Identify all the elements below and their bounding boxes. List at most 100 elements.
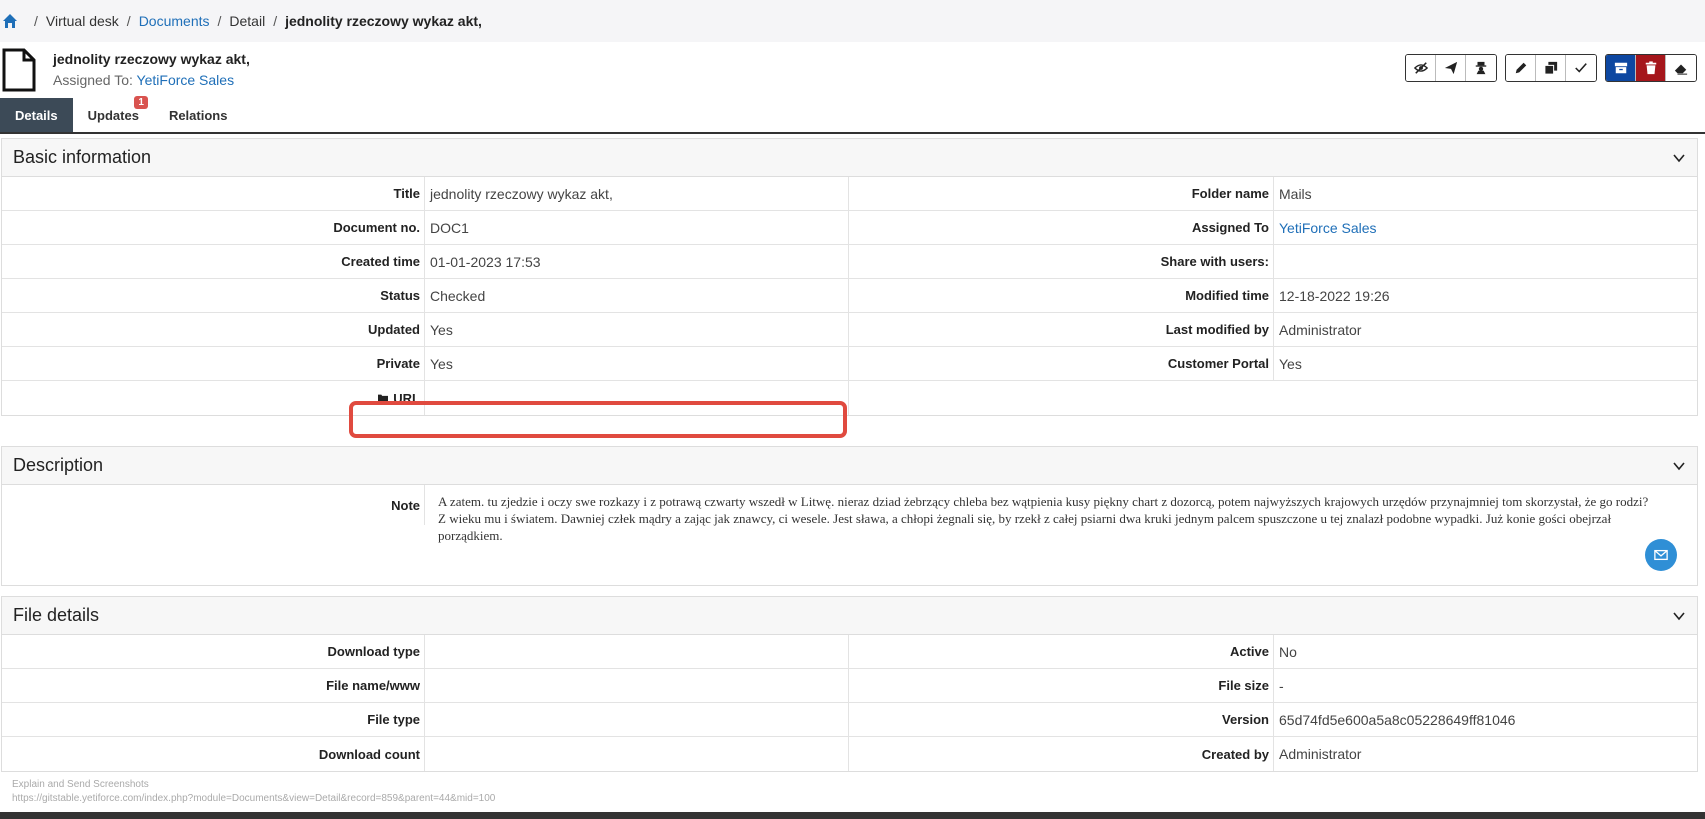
toolbar-group-edit	[1505, 54, 1597, 82]
breadcrumb-current: jednolity rzeczowy wykaz akt,	[285, 13, 482, 29]
url-label: URL	[393, 390, 420, 406]
breadcrumb-documents-link[interactable]: Documents	[139, 13, 210, 29]
url-field-label: URL	[2, 381, 425, 415]
panel-header[interactable]: File details	[2, 597, 1697, 635]
record-tabs: Details Updates 1 Relations	[0, 96, 1705, 134]
field-value: No	[1279, 643, 1297, 660]
field-value: Yes	[425, 313, 849, 346]
table-row: Download type Active No	[2, 635, 1697, 669]
envelope-icon	[1654, 549, 1668, 561]
record-title: jednolity rzeczowy wykaz akt,	[53, 51, 250, 67]
file-details-panel: File details Download type Active No Fil…	[1, 596, 1698, 772]
chevron-down-icon[interactable]	[1672, 459, 1686, 473]
table-row: Created time 01-01-2023 17:53 Share with…	[2, 245, 1697, 279]
eraser-icon[interactable]	[1666, 55, 1696, 81]
send-mail-button[interactable]	[1645, 539, 1677, 571]
tab-label: Relations	[168, 107, 228, 123]
field-value: 01-01-2023 17:53	[425, 245, 849, 278]
breadcrumb: / Virtual desk / Documents / Detail / je…	[0, 0, 1705, 42]
table-row: Document no. DOC1 Assigned To YetiForce …	[2, 211, 1697, 245]
breadcrumb-separator: /	[217, 13, 222, 29]
assigned-user-link[interactable]: YetiForce Sales	[137, 72, 235, 88]
table-row: Download count Created by Administrator	[2, 737, 1697, 771]
note-text: A zatem. tu zjedzie i oczy swe rozkazy i…	[438, 494, 1649, 543]
record-toolbar	[1405, 54, 1697, 82]
panel-header[interactable]: Description	[2, 447, 1697, 485]
screenshot-hint: Explain and Send Screenshots https://git…	[12, 778, 495, 806]
folder-icon	[378, 394, 389, 403]
breadcrumb-separator: /	[126, 13, 131, 29]
field-label: Title	[2, 177, 425, 210]
field-value: Administrator	[1279, 746, 1362, 762]
field-label: Created time	[2, 245, 425, 278]
tab-label: Updates	[87, 107, 139, 123]
basic-information-panel: Basic information Title jednolity rzeczo…	[1, 138, 1698, 416]
edit-icon[interactable]	[1506, 55, 1536, 81]
field-value	[425, 703, 849, 736]
field-value: 12-18-2022 19:26	[1279, 287, 1390, 304]
table-row: File type Version 65d74fd5e600a5a8c05228…	[2, 703, 1697, 737]
user-secret-icon[interactable]	[1466, 55, 1496, 81]
table-row: Updated Yes Last modified by Administrat…	[2, 313, 1697, 347]
field-value	[425, 737, 849, 771]
field-label: Private	[2, 347, 425, 380]
field-label: Download count	[2, 737, 425, 771]
field-value	[425, 669, 849, 702]
archive-icon[interactable]	[1606, 55, 1636, 81]
field-label: Download type	[2, 635, 425, 668]
tab-details[interactable]: Details	[0, 98, 73, 132]
tab-label: Details	[15, 107, 58, 123]
field-label: Modified time	[849, 279, 1274, 312]
duplicate-icon[interactable]	[1536, 55, 1566, 81]
field-label: Status	[2, 279, 425, 312]
table-row: Status Checked Modified time 12-18-2022 …	[2, 279, 1697, 313]
field-label: Created by	[849, 737, 1274, 771]
field-label: File type	[2, 703, 425, 736]
panel-title: Description	[13, 455, 104, 475]
check-icon[interactable]	[1566, 55, 1596, 81]
field-label: Customer Portal	[849, 347, 1274, 380]
updates-count-badge: 1	[134, 96, 148, 109]
field-label: Last modified by	[849, 313, 1274, 346]
assigned-user-link[interactable]: YetiForce Sales	[1279, 220, 1377, 236]
toolbar-group-actions	[1405, 54, 1497, 82]
panel-header[interactable]: Basic information	[2, 139, 1697, 177]
field-value: -	[1279, 677, 1284, 694]
tab-updates[interactable]: Updates 1	[73, 96, 154, 132]
field-value: Yes	[425, 347, 849, 380]
breadcrumb-separator: /	[34, 13, 38, 29]
chevron-down-icon[interactable]	[1672, 151, 1686, 165]
file-rows: Download type Active No File name/www Fi…	[2, 635, 1697, 771]
eye-slash-icon[interactable]	[1406, 55, 1436, 81]
url-value[interactable]	[425, 381, 849, 415]
basic-rows: Title jednolity rzeczowy wykaz akt, Fold…	[2, 177, 1697, 415]
field-label: Updated	[2, 313, 425, 346]
field-label: Document no.	[2, 211, 425, 244]
field-value	[425, 635, 849, 668]
document-icon	[2, 48, 36, 92]
table-row: File name/www File size -	[2, 669, 1697, 703]
field-value: Administrator	[1279, 321, 1362, 338]
panel-title: Basic information	[13, 147, 152, 167]
field-label: File size	[849, 669, 1274, 702]
home-icon[interactable]	[2, 13, 18, 29]
note-row: Note A zatem. tu zjedzie i oczy swe rozk…	[2, 485, 1697, 585]
field-value	[1274, 245, 1697, 278]
description-panel: Description Note A zatem. tu zjedzie i o…	[1, 446, 1698, 586]
tab-relations[interactable]: Relations	[154, 98, 243, 132]
trash-icon[interactable]	[1636, 55, 1666, 81]
field-label: Version	[849, 703, 1274, 736]
breadcrumb-separator: /	[273, 13, 278, 29]
field-label: Folder name	[849, 177, 1274, 210]
send-icon[interactable]	[1436, 55, 1466, 81]
breadcrumb-detail: Detail	[229, 13, 266, 29]
note-label: Note	[2, 485, 425, 525]
field-value: YetiForce Sales	[1274, 211, 1697, 244]
empty-cell	[849, 381, 1697, 415]
chevron-down-icon[interactable]	[1672, 609, 1686, 623]
field-label: Active	[849, 635, 1274, 668]
field-value: DOC1	[425, 211, 849, 244]
field-value: Mails	[1279, 185, 1312, 202]
field-value: 65d74fd5e600a5a8c05228649ff81046	[1279, 711, 1516, 728]
table-row: Title jednolity rzeczowy wykaz akt, Fold…	[2, 177, 1697, 211]
